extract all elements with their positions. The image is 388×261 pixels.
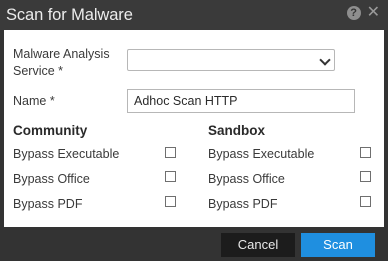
dialog-titlebar: Scan for Malware ? ✕ <box>0 0 388 30</box>
community-bypass-pdf-label: Bypass PDF <box>13 197 83 211</box>
sandbox-bypass-pdf-checkbox[interactable] <box>360 196 371 207</box>
community-title: Community <box>13 123 88 138</box>
scan-for-malware-dialog: Scan for Malware ? ✕ Malware Analysis Se… <box>0 0 388 261</box>
sandbox-bypass-executable-checkbox[interactable] <box>360 147 371 158</box>
scan-button[interactable]: Scan <box>301 233 375 257</box>
dialog-title: Scan for Malware <box>6 6 133 24</box>
sandbox-bypass-office-label: Bypass Office <box>208 172 285 186</box>
community-bypass-executable-label: Bypass Executable <box>13 147 120 161</box>
malware-service-select[interactable] <box>127 49 335 71</box>
close-icon[interactable]: ✕ <box>367 5 380 21</box>
sandbox-bypass-executable-label: Bypass Executable <box>208 147 315 161</box>
cancel-button[interactable]: Cancel <box>221 233 295 257</box>
community-bypass-office-checkbox[interactable] <box>165 171 176 182</box>
community-bypass-office-label: Bypass Office <box>13 172 90 186</box>
community-bypass-executable-checkbox[interactable] <box>165 147 176 158</box>
dialog-footer: Cancel Scan <box>0 227 388 261</box>
service-label-line1: Malware Analysis <box>13 47 110 61</box>
title-icons: ? ✕ <box>346 5 380 21</box>
name-label: Name * <box>13 94 55 108</box>
community-bypass-pdf-checkbox[interactable] <box>165 196 176 207</box>
service-label-line2: Service * <box>13 64 64 78</box>
name-input[interactable] <box>127 89 355 113</box>
sandbox-title: Sandbox <box>208 123 266 138</box>
help-icon[interactable]: ? <box>346 6 361 20</box>
sandbox-bypass-office-checkbox[interactable] <box>360 171 371 182</box>
chevron-down-icon <box>319 54 331 66</box>
dialog-body: Malware Analysis Service * Name * Commun… <box>4 30 384 227</box>
sandbox-bypass-pdf-label: Bypass PDF <box>208 197 278 211</box>
